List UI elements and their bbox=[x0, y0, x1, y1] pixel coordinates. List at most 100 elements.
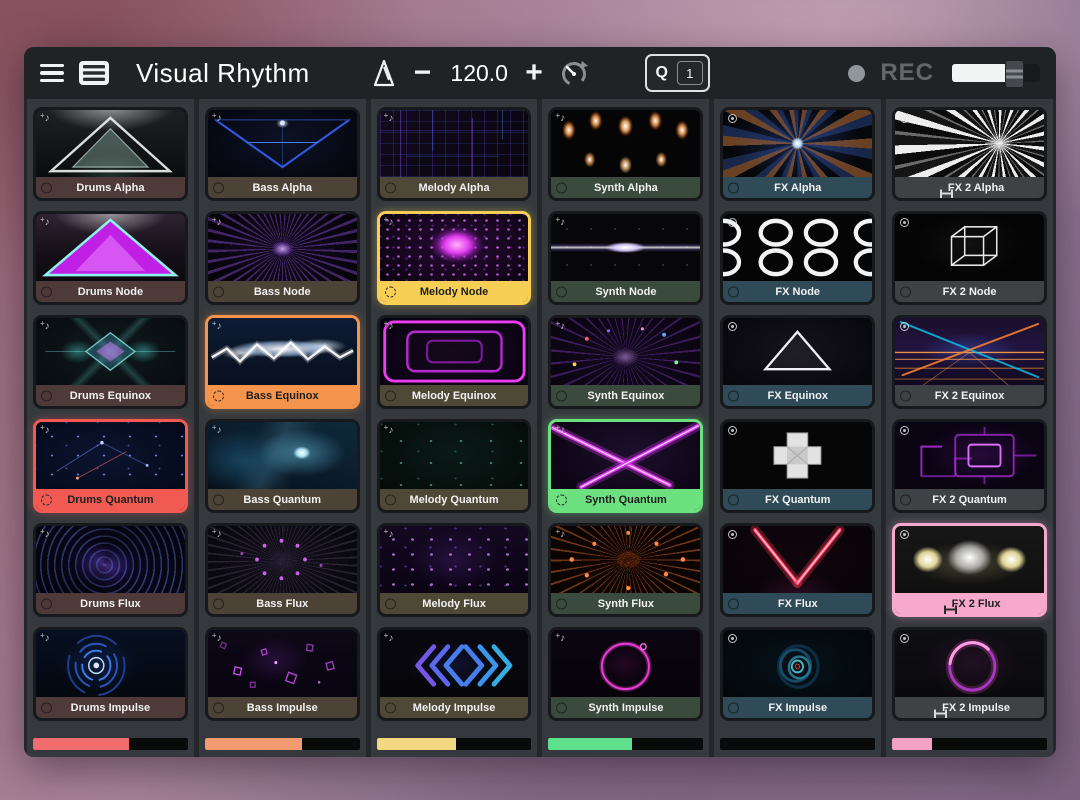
quantize-dial-icon bbox=[213, 182, 224, 193]
clip-label-bar: Melody Node bbox=[380, 281, 529, 302]
note-plus-icon bbox=[212, 424, 222, 436]
clip-cell[interactable]: Synth Impulse bbox=[548, 627, 703, 721]
clip-cell[interactable]: FX Node bbox=[720, 211, 875, 305]
clip-name: Synth Alpha bbox=[594, 182, 658, 194]
quantize-dial-icon bbox=[385, 494, 396, 505]
clip-thumbnail bbox=[551, 318, 700, 385]
clip-thumbnail bbox=[208, 318, 357, 385]
clip-thumbnail bbox=[208, 214, 357, 281]
clip-cell[interactable]: FX Quantum bbox=[720, 419, 875, 513]
clip-cell[interactable]: Synth Flux bbox=[548, 523, 703, 617]
clip-cell[interactable]: Drums Alpha bbox=[33, 107, 188, 201]
note-plus-icon bbox=[40, 112, 50, 124]
clip-cell[interactable]: Melody Quantum bbox=[377, 419, 532, 513]
filmstrip-icon[interactable] bbox=[78, 60, 110, 86]
clip-cell[interactable]: Synth Equinox bbox=[548, 315, 703, 409]
clip-cell[interactable]: FX 2 Node bbox=[892, 211, 1047, 305]
clip-thumbnail bbox=[380, 630, 529, 697]
clip-cell[interactable]: Bass Node bbox=[205, 211, 360, 305]
clip-name: Drums Flux bbox=[80, 598, 141, 610]
clip-label-bar: FX Equinox bbox=[723, 385, 872, 406]
quantize-selector[interactable]: Q 1 bbox=[645, 54, 710, 92]
clip-name: FX Flux bbox=[778, 598, 818, 610]
clip-cell[interactable]: Drums Flux bbox=[33, 523, 188, 617]
clip-label-bar: Bass Node bbox=[208, 281, 357, 302]
tap-tempo-dial-icon[interactable] bbox=[559, 58, 589, 88]
fader-knob[interactable] bbox=[1005, 60, 1024, 88]
clip-thumbnail bbox=[895, 630, 1044, 697]
quantize-dial-icon bbox=[728, 494, 739, 505]
clip-column-melody: Melody Alpha Melody Node Melody Equinox Mel… bbox=[371, 99, 538, 757]
clip-cell[interactable]: FX 2 Flux bbox=[892, 523, 1047, 617]
clip-label-bar: Drums Equinox bbox=[36, 385, 185, 406]
clip-cell[interactable]: FX Alpha bbox=[720, 107, 875, 201]
clip-name: FX Equinox bbox=[767, 390, 828, 402]
quantize-dial-icon bbox=[556, 286, 567, 297]
clip-thumbnail bbox=[36, 526, 185, 593]
clip-name: FX 2 Equinox bbox=[935, 390, 1005, 402]
menu-button[interactable] bbox=[40, 64, 64, 83]
clip-cell[interactable]: Drums Node bbox=[33, 211, 188, 305]
tempo-decrease-button[interactable]: − bbox=[410, 58, 436, 88]
clip-cell[interactable]: Drums Equinox bbox=[33, 315, 188, 409]
clip-label-bar: Drums Flux bbox=[36, 593, 185, 614]
clip-thumbnail bbox=[723, 526, 872, 593]
clip-cell[interactable]: Bass Flux bbox=[205, 523, 360, 617]
clip-cell[interactable]: Melody Impulse bbox=[377, 627, 532, 721]
quantize-dial-icon bbox=[728, 182, 739, 193]
quantize-dial-icon bbox=[728, 598, 739, 609]
fader-track[interactable] bbox=[952, 64, 1040, 82]
clip-cell[interactable]: Melody Flux bbox=[377, 523, 532, 617]
column-activity-meter bbox=[33, 738, 188, 750]
clip-name: FX Node bbox=[775, 286, 820, 298]
clip-name: Bass Impulse bbox=[247, 702, 318, 714]
clip-column-bass: Bass Alpha Bass Node Bass Equinox Bass Quan… bbox=[199, 99, 366, 757]
clip-cell[interactable]: FX 2 Impulse bbox=[892, 627, 1047, 721]
clip-label-bar: FX Impulse bbox=[723, 697, 872, 718]
clip-cell[interactable]: Synth Alpha bbox=[548, 107, 703, 201]
clip-label-bar: Synth Impulse bbox=[551, 697, 700, 718]
quantize-dial-icon bbox=[213, 390, 224, 401]
clip-cell[interactable]: Drums Impulse bbox=[33, 627, 188, 721]
clip-cell[interactable]: FX 2 Quantum bbox=[892, 419, 1047, 513]
clip-label-bar: FX 2 Equinox bbox=[895, 385, 1044, 406]
clip-cell[interactable]: Melody Alpha bbox=[377, 107, 532, 201]
clip-label-bar: Synth Node bbox=[551, 281, 700, 302]
clip-cell[interactable]: Synth Node bbox=[548, 211, 703, 305]
clip-cell[interactable]: Bass Quantum bbox=[205, 419, 360, 513]
clip-cell[interactable]: Melody Equinox bbox=[377, 315, 532, 409]
note-plus-icon bbox=[384, 632, 394, 644]
clip-cell[interactable]: Drums Quantum bbox=[33, 419, 188, 513]
clip-name: Synth Node bbox=[595, 286, 656, 298]
clip-cell[interactable]: Bass Alpha bbox=[205, 107, 360, 201]
clip-thumbnail bbox=[895, 526, 1044, 593]
master-fader[interactable] bbox=[952, 60, 1040, 86]
quantize-dial-icon bbox=[213, 598, 224, 609]
clip-name: Melody Flux bbox=[422, 598, 486, 610]
clip-thumbnail bbox=[380, 422, 529, 489]
clip-cell[interactable]: FX Impulse bbox=[720, 627, 875, 721]
metronome-icon[interactable] bbox=[372, 59, 396, 87]
clip-cell[interactable]: Synth Quantum bbox=[548, 419, 703, 513]
clip-thumbnail bbox=[551, 214, 700, 281]
note-plus-icon bbox=[212, 320, 222, 332]
note-plus-icon bbox=[40, 632, 50, 644]
clip-cell[interactable]: FX Flux bbox=[720, 523, 875, 617]
clip-label-bar: FX 2 Alpha bbox=[895, 177, 1044, 198]
quantize-dial-icon bbox=[41, 286, 52, 297]
clip-cell[interactable]: Bass Impulse bbox=[205, 627, 360, 721]
quantize-dial-icon bbox=[900, 390, 911, 401]
clip-cell[interactable]: FX 2 Equinox bbox=[892, 315, 1047, 409]
clip-cell[interactable]: FX 2 Alpha bbox=[892, 107, 1047, 201]
clip-thumbnail bbox=[723, 110, 872, 177]
clip-cell[interactable]: Melody Node bbox=[377, 211, 532, 305]
tempo-display[interactable]: 120.0 bbox=[443, 60, 515, 87]
column-activity-meter bbox=[892, 738, 1047, 750]
tempo-increase-button[interactable]: + bbox=[521, 58, 547, 88]
clip-cell[interactable]: FX Equinox bbox=[720, 315, 875, 409]
record-arm-indicator[interactable] bbox=[848, 65, 865, 82]
rec-button[interactable]: REC bbox=[880, 59, 934, 87]
clip-name: Bass Flux bbox=[256, 598, 308, 610]
clip-cell[interactable]: Bass Equinox bbox=[205, 315, 360, 409]
quantize-dial-icon bbox=[41, 494, 52, 505]
